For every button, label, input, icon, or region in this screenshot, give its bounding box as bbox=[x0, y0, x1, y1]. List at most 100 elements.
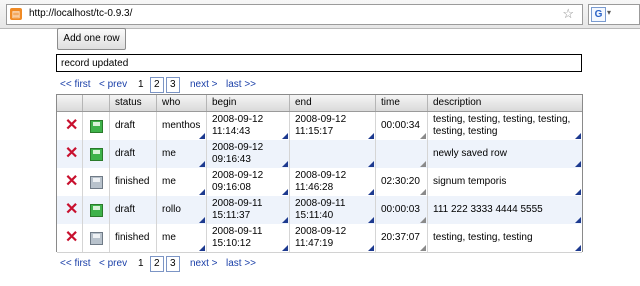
header-begin[interactable]: begin bbox=[207, 95, 290, 111]
chevron-down-icon[interactable]: ▾ bbox=[607, 8, 611, 17]
editable-corner-icon bbox=[575, 189, 581, 195]
pager-last-link[interactable]: last >> bbox=[226, 77, 256, 93]
cell-status[interactable]: draft bbox=[110, 140, 157, 168]
cell-who-text: me bbox=[162, 232, 176, 243]
cell-time-text: 00:00:03 bbox=[381, 204, 420, 215]
editable-corner-icon bbox=[368, 133, 374, 139]
cell-who[interactable]: menthos bbox=[157, 112, 207, 140]
cell-description[interactable]: testing, testing, testing, testing, test… bbox=[428, 112, 582, 140]
browser-toolbar: ▤ http://localhost/tc-0.9.3/ ☆ G ▾ bbox=[0, 0, 640, 29]
pager-page-3[interactable]: 3 bbox=[166, 256, 180, 272]
pager-page-2[interactable]: 2 bbox=[150, 77, 164, 93]
table-row[interactable]: ✕ draft menthos 2008-09-12 11:14:43 2008-09-… bbox=[57, 112, 582, 141]
header-time[interactable]: time bbox=[376, 95, 428, 111]
pager-page-1[interactable]: 1 bbox=[138, 256, 144, 272]
delete-icon[interactable]: ✕ bbox=[65, 230, 78, 246]
cell-time[interactable]: 00:00:34 bbox=[376, 112, 428, 140]
table-row[interactable]: ✕ draft rollo 2008-09-11 15:11:37 2008-09-11… bbox=[57, 196, 582, 225]
address-text[interactable]: http://localhost/tc-0.9.3/ bbox=[29, 8, 132, 19]
editable-corner-icon bbox=[420, 133, 426, 139]
google-search-icon[interactable]: G bbox=[591, 7, 606, 22]
cell-begin-text: 2008-09-12 09:16:43 bbox=[212, 142, 264, 165]
editable-corner-icon bbox=[282, 133, 288, 139]
cell-begin-text: 2008-09-12 09:16:08 bbox=[212, 170, 264, 193]
header-status[interactable]: status bbox=[110, 95, 157, 111]
save-icon[interactable] bbox=[90, 204, 103, 217]
cell-description[interactable]: testing, testing, testing bbox=[428, 224, 582, 252]
header-description[interactable]: description bbox=[428, 95, 582, 111]
editable-corner-icon bbox=[282, 217, 288, 223]
cell-time[interactable] bbox=[376, 140, 428, 168]
save-icon[interactable] bbox=[90, 176, 103, 189]
pager-prev-link[interactable]: < prev bbox=[99, 77, 127, 93]
cell-description[interactable]: signum temporis bbox=[428, 168, 582, 196]
cell-who-text: menthos bbox=[162, 120, 201, 131]
cell-begin[interactable]: 2008-09-11 15:11:37 bbox=[207, 196, 290, 224]
editable-corner-icon bbox=[199, 217, 205, 223]
cell-end[interactable]: 2008-09-12 11:46:28 bbox=[290, 168, 376, 196]
status-message: record updated bbox=[56, 54, 582, 72]
cell-end[interactable] bbox=[290, 140, 376, 168]
editable-corner-icon bbox=[199, 189, 205, 195]
header-end[interactable]: end bbox=[290, 95, 376, 111]
cell-begin[interactable]: 2008-09-12 09:16:43 bbox=[207, 140, 290, 168]
cell-who[interactable]: me bbox=[157, 168, 207, 196]
cell-who-text: me bbox=[162, 176, 176, 187]
cell-description[interactable]: newly saved row bbox=[428, 140, 582, 168]
editable-corner-icon bbox=[420, 161, 426, 167]
add-row-button[interactable]: Add one row bbox=[57, 28, 126, 50]
cell-who[interactable]: rollo bbox=[157, 196, 207, 224]
pager-page-1[interactable]: 1 bbox=[138, 77, 144, 93]
delete-icon[interactable]: ✕ bbox=[65, 174, 78, 190]
pager-first-link[interactable]: << first bbox=[60, 77, 91, 93]
table-row[interactable]: ✕ finished me 2008-09-12 09:16:08 2008-09-12… bbox=[57, 168, 582, 197]
header-who[interactable]: who bbox=[157, 95, 207, 111]
save-icon[interactable] bbox=[90, 232, 103, 245]
cell-end[interactable]: 2008-09-12 11:15:17 bbox=[290, 112, 376, 140]
save-icon[interactable] bbox=[90, 120, 103, 133]
editable-corner-icon bbox=[575, 245, 581, 251]
cell-begin[interactable]: 2008-09-12 11:14:43 bbox=[207, 112, 290, 140]
cell-begin[interactable]: 2008-09-12 09:16:08 bbox=[207, 168, 290, 196]
cell-status[interactable]: finished bbox=[110, 168, 157, 196]
cell-time[interactable]: 20:37:07 bbox=[376, 224, 428, 252]
table-row[interactable]: ✕ finished me 2008-09-11 15:10:12 2008-09-12… bbox=[57, 224, 582, 253]
cell-status-text: draft bbox=[115, 148, 136, 159]
cell-begin[interactable]: 2008-09-11 15:10:12 bbox=[207, 224, 290, 252]
cell-who-text: rollo bbox=[162, 204, 181, 215]
cell-end[interactable]: 2008-09-12 11:47:19 bbox=[290, 224, 376, 252]
delete-icon[interactable]: ✕ bbox=[65, 118, 78, 134]
cell-description[interactable]: 111 222 3333 4444 5555 bbox=[428, 196, 582, 224]
editable-corner-icon bbox=[368, 189, 374, 195]
pager-next-link[interactable]: next > bbox=[190, 256, 218, 272]
bookmark-star-icon[interactable]: ☆ bbox=[562, 6, 574, 22]
editable-corner-icon bbox=[420, 217, 426, 223]
address-bar[interactable]: ▤ http://localhost/tc-0.9.3/ ☆ bbox=[6, 4, 583, 25]
cell-status[interactable]: draft bbox=[110, 112, 157, 140]
delete-icon[interactable]: ✕ bbox=[65, 202, 78, 218]
cell-who[interactable]: me bbox=[157, 140, 207, 168]
pager-last-link[interactable]: last >> bbox=[226, 256, 256, 272]
search-box[interactable]: G ▾ bbox=[588, 4, 640, 25]
cell-end[interactable]: 2008-09-11 15:11:40 bbox=[290, 196, 376, 224]
editable-corner-icon bbox=[282, 245, 288, 251]
cell-time[interactable]: 00:00:03 bbox=[376, 196, 428, 224]
cell-begin-text: 2008-09-12 11:14:43 bbox=[212, 114, 264, 137]
pager-first-link[interactable]: << first bbox=[60, 256, 91, 272]
editable-corner-icon bbox=[420, 245, 426, 251]
delete-icon[interactable]: ✕ bbox=[65, 146, 78, 162]
table-row[interactable]: ✕ draft me 2008-09-12 09:16:43 newly saved r… bbox=[57, 140, 582, 169]
cell-time-text: 02:30:20 bbox=[381, 176, 420, 187]
pager-page-3[interactable]: 3 bbox=[166, 77, 180, 93]
pager-next-link[interactable]: next > bbox=[190, 77, 218, 93]
cell-who[interactable]: me bbox=[157, 224, 207, 252]
cell-description-text: testing, testing, testing bbox=[433, 232, 533, 243]
pager-page-2[interactable]: 2 bbox=[150, 256, 164, 272]
save-icon[interactable] bbox=[90, 148, 103, 161]
cell-status[interactable]: finished bbox=[110, 224, 157, 252]
cell-time[interactable]: 02:30:20 bbox=[376, 168, 428, 196]
pager-prev-link[interactable]: < prev bbox=[99, 256, 127, 272]
table-header: status who begin end time description bbox=[57, 95, 582, 112]
cell-status[interactable]: draft bbox=[110, 196, 157, 224]
cell-time-text: 20:37:07 bbox=[381, 232, 420, 243]
